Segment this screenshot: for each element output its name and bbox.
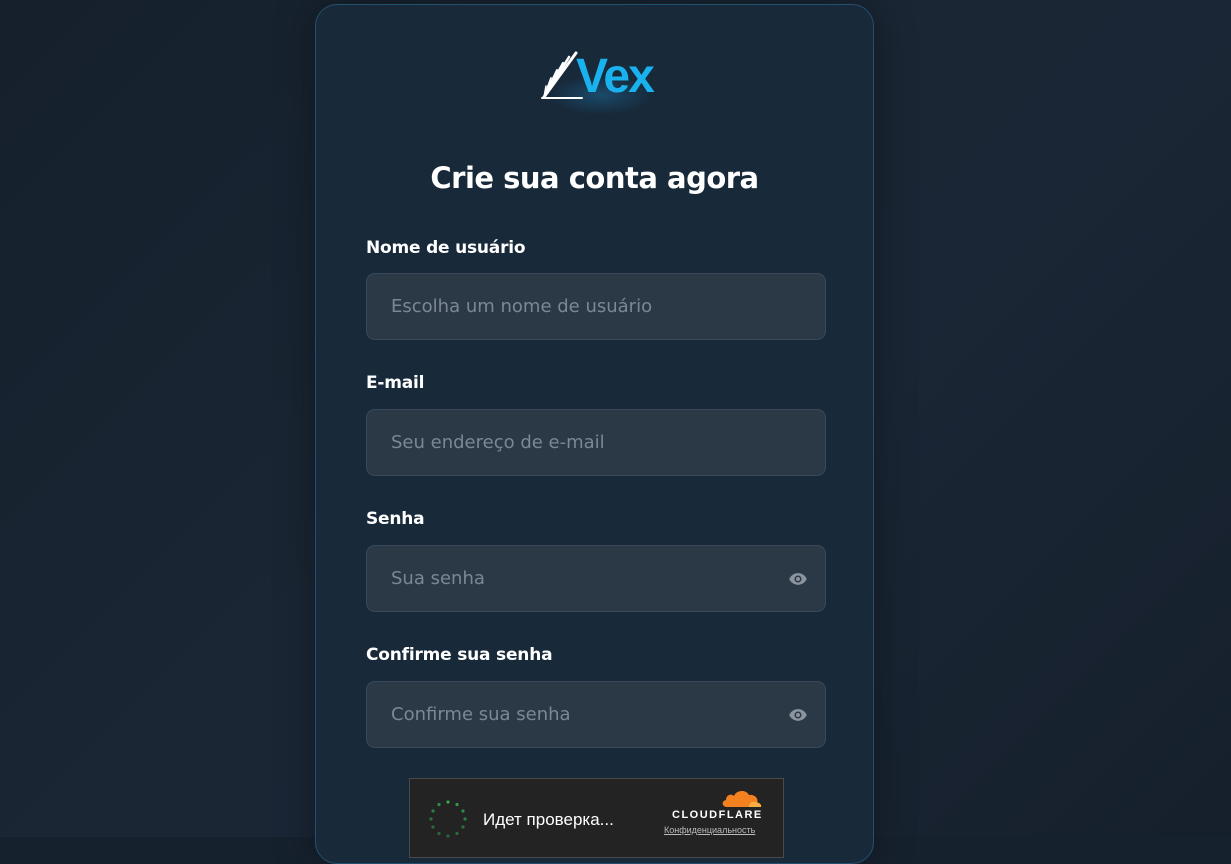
username-label: Nome de usuário — [366, 238, 526, 258]
cloudflare-cloud-icon — [722, 790, 762, 807]
logo-text: Vex — [576, 50, 655, 103]
vex-logo[interactable]: Vex — [538, 45, 663, 115]
signup-card: Vex Crie sua conta agora Nome de usuário… — [315, 4, 874, 864]
privacy-link[interactable]: Конфиденциальность — [664, 825, 755, 835]
password-field[interactable] — [366, 545, 826, 612]
password-input[interactable] — [367, 546, 825, 611]
cloudflare-brand: CLOUDFLARE — [672, 809, 763, 821]
email-label: E-mail — [366, 373, 425, 393]
page-title: Crie sua conta agora — [430, 161, 759, 195]
confirm-password-input[interactable] — [367, 682, 825, 747]
username-input[interactable] — [367, 274, 825, 339]
username-field[interactable] — [366, 273, 826, 340]
password-label: Senha — [366, 509, 425, 529]
eye-icon[interactable] — [787, 569, 809, 589]
eye-icon[interactable] — [787, 705, 809, 725]
cloudflare-turnstile-widget[interactable]: Идет проверка... CLOUDFLARE Конфиденциал… — [409, 778, 784, 858]
email-input[interactable] — [367, 410, 825, 475]
email-field[interactable] — [366, 409, 826, 476]
loading-spinner-icon — [429, 800, 467, 838]
confirm-password-field[interactable] — [366, 681, 826, 748]
verification-status: Идет проверка... — [483, 810, 614, 829]
confirm-password-label: Confirme sua senha — [366, 645, 553, 665]
